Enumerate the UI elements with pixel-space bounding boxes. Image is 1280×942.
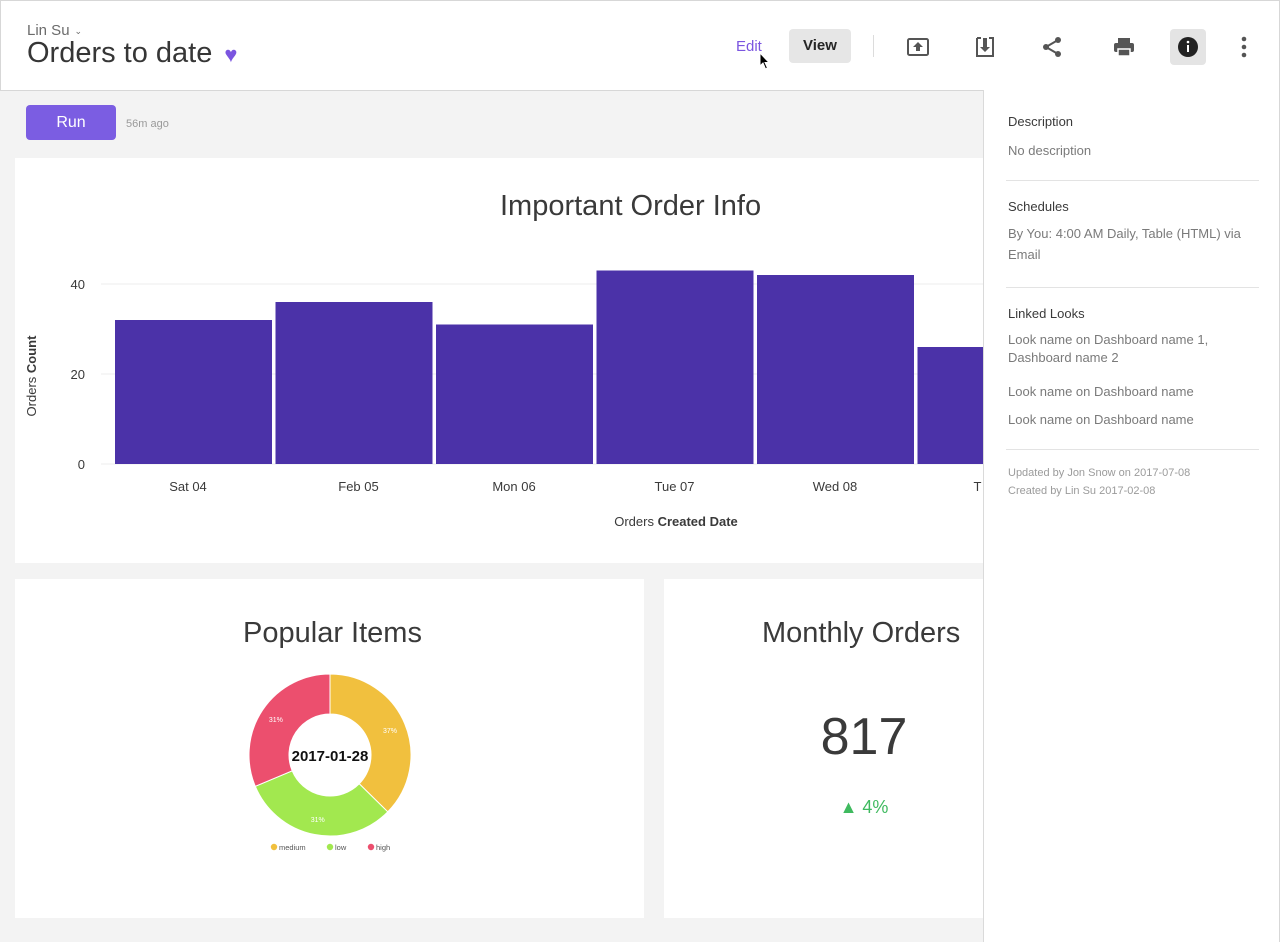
schedule-item: By You: 4:00 AM Daily, Table (HTML) via …	[1008, 226, 1241, 262]
download-icon	[976, 37, 994, 57]
linked-look-item[interactable]: Look name on Dashboard name 1, Dashboard…	[1008, 331, 1238, 367]
legend-label: high	[376, 843, 390, 852]
y-tick-label: 20	[71, 367, 85, 382]
info-panel: Description No description Schedules By …	[983, 90, 1280, 942]
legend-swatch	[326, 843, 334, 851]
view-button[interactable]: View	[789, 29, 851, 63]
info-button[interactable]	[1170, 29, 1206, 65]
donut-center-label: 2017-01-28	[292, 748, 369, 765]
slice-label: 31%	[311, 817, 325, 824]
bar[interactable]	[436, 324, 593, 465]
divider	[1006, 287, 1259, 288]
upload-button[interactable]	[900, 29, 936, 65]
schedules-heading: Schedules	[1008, 199, 1069, 214]
x-tick-label: T	[974, 479, 982, 494]
description-text: No description	[1008, 143, 1092, 158]
more-button[interactable]	[1226, 29, 1262, 65]
y-axis-label: Orders Count	[24, 335, 39, 417]
x-axis-label: Orders Created Date	[614, 514, 738, 529]
linked-look-item[interactable]: Look name on Dashboard name	[1008, 409, 1258, 430]
page-title-text: Orders to date	[27, 37, 213, 69]
toolbar-divider	[873, 35, 874, 57]
slice-label: 31%	[269, 717, 283, 724]
mouse-cursor-icon	[759, 52, 771, 70]
x-tick-label: Sat 04	[169, 479, 207, 494]
share-icon	[1043, 37, 1061, 57]
pie-chart-card: Popular Items 37% 31% 31% 2017-01-28 medium l…	[15, 579, 644, 918]
legend-swatch	[270, 843, 278, 851]
x-tick-label: Wed 08	[813, 479, 858, 494]
legend-label: medium	[279, 843, 306, 852]
print-button[interactable]	[1106, 29, 1142, 65]
run-bar: Run 56m ago	[0, 91, 984, 151]
triangle-up-icon: ▲	[839, 797, 858, 817]
linked-look-item[interactable]: Look name on Dashboard name	[1008, 381, 1258, 402]
upload-icon	[907, 38, 929, 56]
x-tick-label: Tue 07	[655, 479, 695, 494]
bar[interactable]	[757, 275, 914, 464]
legend-swatch	[367, 843, 375, 851]
x-tick-label: Mon 06	[492, 479, 535, 494]
header-bar: Lin Su ⌄ Orders to date ♥ Edit View	[0, 0, 1280, 91]
last-run-time: 56m ago	[126, 118, 169, 130]
legend-label: low	[335, 843, 347, 852]
description-heading: Description	[1008, 114, 1074, 129]
chevron-down-icon: ⌄	[74, 26, 83, 36]
updated-meta: Updated by Jon Snow on 2017-07-08	[1008, 467, 1191, 479]
pie-chart: 37% 31% 31% 2017-01-28 medium low high	[248, 673, 412, 852]
share-button[interactable]	[1034, 29, 1070, 65]
x-tick-label: Feb 05	[338, 479, 378, 494]
pie-slice[interactable]	[248, 673, 331, 787]
bar[interactable]	[275, 302, 433, 464]
slice-label: 37%	[383, 728, 397, 735]
linked-looks-heading: Linked Looks	[1008, 306, 1085, 321]
download-button[interactable]	[967, 29, 1003, 65]
pie-slice[interactable]	[329, 673, 412, 813]
more-vertical-icon	[1241, 36, 1247, 58]
y-tick-label: 40	[71, 277, 85, 292]
heart-icon[interactable]: ♥	[224, 42, 237, 68]
bar[interactable]	[596, 270, 754, 465]
info-icon	[1178, 37, 1198, 57]
divider	[1006, 449, 1259, 450]
run-button[interactable]: Run	[26, 105, 116, 140]
page-title: Orders to date ♥	[27, 37, 237, 70]
created-meta: Created by Lin Su 2017-02-08	[1008, 485, 1156, 497]
kpi-value: 817	[820, 708, 908, 766]
bar-chart-card: Important Order Info 0 20 40 Sat 04 Feb 05 Mo…	[15, 158, 995, 563]
bar[interactable]	[115, 320, 272, 464]
y-tick-label: 0	[78, 457, 85, 472]
bar-chart: 0 20 40 Sat 04 Feb 05 Mon 06 Tue 07 Wed 08 T Orde…	[24, 270, 995, 529]
print-icon	[1114, 38, 1134, 57]
kpi-change: ▲ 4%	[664, 797, 994, 818]
divider	[1006, 180, 1259, 181]
kpi-title: Monthly Orders	[762, 617, 961, 649]
kpi-card: Monthly Orders 817 ▲ 4%	[664, 579, 994, 918]
kpi-change-value: 4%	[862, 797, 889, 817]
